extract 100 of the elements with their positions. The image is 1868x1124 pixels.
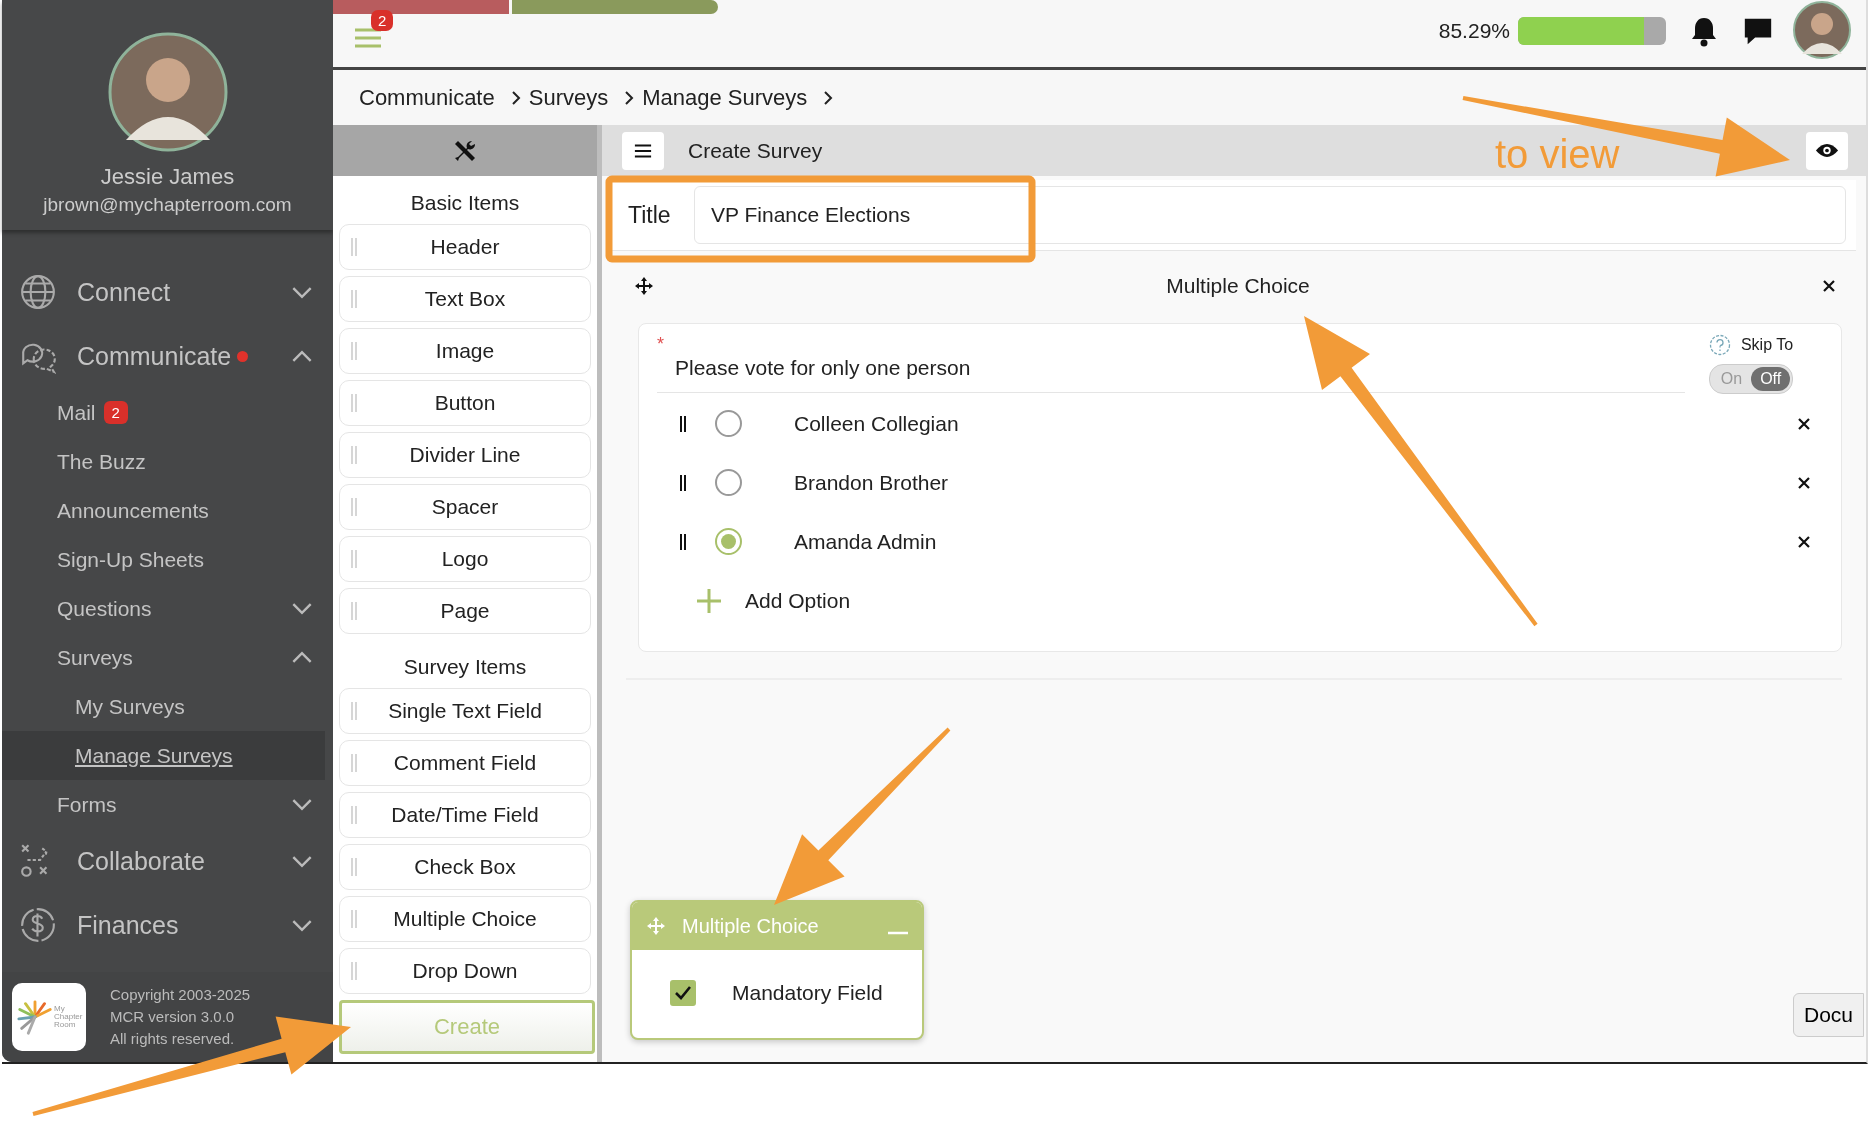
drag-handle-icon [350,237,358,257]
burst-icon [16,998,54,1036]
drag-handle-icon [350,341,358,361]
footer-text: All rights reserved. [110,1029,236,1049]
tool-item[interactable]: Header [339,224,591,270]
tool-item[interactable]: Drop Down [339,948,591,994]
sidebar-section[interactable]: Connect [2,260,325,324]
tool-item[interactable]: Image [339,328,591,374]
sidebar-item[interactable]: Mail 2 [2,388,325,437]
sidebar-item[interactable]: Sign-Up Sheets [2,535,325,584]
checkbox[interactable] [670,980,696,1006]
tool-item[interactable]: Single Text Field [339,688,591,734]
section-label: Collaborate [77,846,205,876]
title-field[interactable]: VP Finance Elections [694,186,1846,244]
sidebar-item[interactable]: Surveys [2,633,325,682]
footer-text: MCR version 3.0.0 [110,1007,236,1027]
chevron-icon [291,349,313,363]
section-label: Connect [77,277,171,307]
chevron-icon [291,798,313,811]
breadcrumb-link[interactable]: Communicate [359,84,495,111]
drag-handle-icon[interactable] [679,532,687,551]
chevron-icon [823,89,834,106]
drag-handle-icon [350,961,358,981]
docs-button[interactable]: Docu [1792,993,1864,1037]
add-option-button[interactable]: Add Option [657,571,851,631]
group-heading: Survey Items [402,654,528,680]
sidebar-item[interactable]: My Surveys [2,682,325,731]
sidebar-item[interactable]: Forms [2,780,325,829]
preview-button[interactable] [1806,131,1848,170]
option-label: Brandon Brother [794,470,950,495]
item-label: The Buzz [57,449,146,474]
item-label: Mail [57,400,96,425]
item-label: Surveys [57,645,133,670]
dollar-icon [19,906,57,944]
remove-icon[interactable] [1797,416,1811,431]
sidebar-item[interactable]: The Buzz [2,437,325,486]
tool-item[interactable]: Divider Line [339,432,591,478]
close-icon[interactable] [1822,279,1836,293]
tool-item[interactable]: Spacer [339,484,591,530]
sidebar-item[interactable]: Announcements [2,486,325,535]
tool-item[interactable]: Comment Field [339,740,591,786]
user-email: jbrown@mychapterroom.com [43,194,292,216]
tool-item[interactable]: Page [339,588,591,634]
tool-item[interactable]: Button [339,380,591,426]
breadcrumb-link[interactable]: Manage Surveys [642,84,808,111]
tool-item[interactable]: Date/Time Field [339,792,591,838]
skip-to-label: Skip To [1740,336,1794,354]
radio-button[interactable] [715,528,742,555]
globe-icon [19,273,57,311]
plus-icon [695,587,723,615]
user-name: Jessie James [100,164,235,190]
drag-handle-icon[interactable] [679,473,687,492]
item-label: Questions [57,596,152,621]
breadcrumb-link[interactable]: Surveys [528,84,609,111]
sidebar-section[interactable]: Finances [2,893,325,957]
question-type-title: Multiple Choice [1165,274,1311,298]
sidebar-section[interactable]: Collaborate [2,829,325,893]
skip-to-toggle[interactable]: On Off [1708,364,1794,394]
sidebar-item[interactable]: Questions [2,584,325,633]
logo-text: Chapter [54,1013,83,1021]
move-icon[interactable] [634,276,654,296]
chevron-icon [624,89,635,106]
tool-item[interactable]: Multiple Choice [339,896,591,942]
chevron-icon [291,285,313,299]
drag-handle-icon [350,289,358,309]
chevron-icon [291,854,313,868]
drag-handle-icon [350,601,358,621]
title-label: Title [628,201,672,229]
drag-handle-icon [350,701,358,721]
chevron-icon [291,651,313,664]
radio-button[interactable] [715,469,742,496]
menu-icon[interactable] [353,26,383,50]
section-label: Finances [77,910,179,940]
chevron-icon [291,918,313,932]
tool-item[interactable]: Check Box [339,844,591,890]
tool-item[interactable]: Logo [339,536,591,582]
progress-reading: 85.29% [1438,19,1510,43]
drag-handle-icon [350,549,358,569]
editor-title: Create Survey [688,138,823,163]
group-heading: Basic Items [409,190,521,216]
drag-handle-icon [350,857,358,877]
avatar-icon[interactable] [1792,0,1852,60]
drag-handle-icon [350,393,358,413]
drag-handle-icon [350,909,358,929]
chevron-icon [510,89,521,106]
tool-item[interactable]: Text Box [339,276,591,322]
logo-text: Room [54,1021,76,1029]
sidebar-item[interactable]: Manage Surveys [2,731,325,780]
radio-button[interactable] [715,410,742,437]
remove-icon[interactable] [1797,534,1811,549]
remove-icon[interactable] [1797,475,1811,490]
notification-badge: 2 [371,10,394,31]
menu-button[interactable] [622,131,664,170]
sidebar-section[interactable]: Communicate [2,324,325,388]
annotation-text: to view [1495,132,1620,177]
drag-handle-icon[interactable] [679,414,687,433]
drag-handle-icon [350,805,358,825]
item-label: Forms [57,792,117,817]
section-label: Communicate [77,341,232,371]
option-label: Amanda Admin [794,529,938,554]
